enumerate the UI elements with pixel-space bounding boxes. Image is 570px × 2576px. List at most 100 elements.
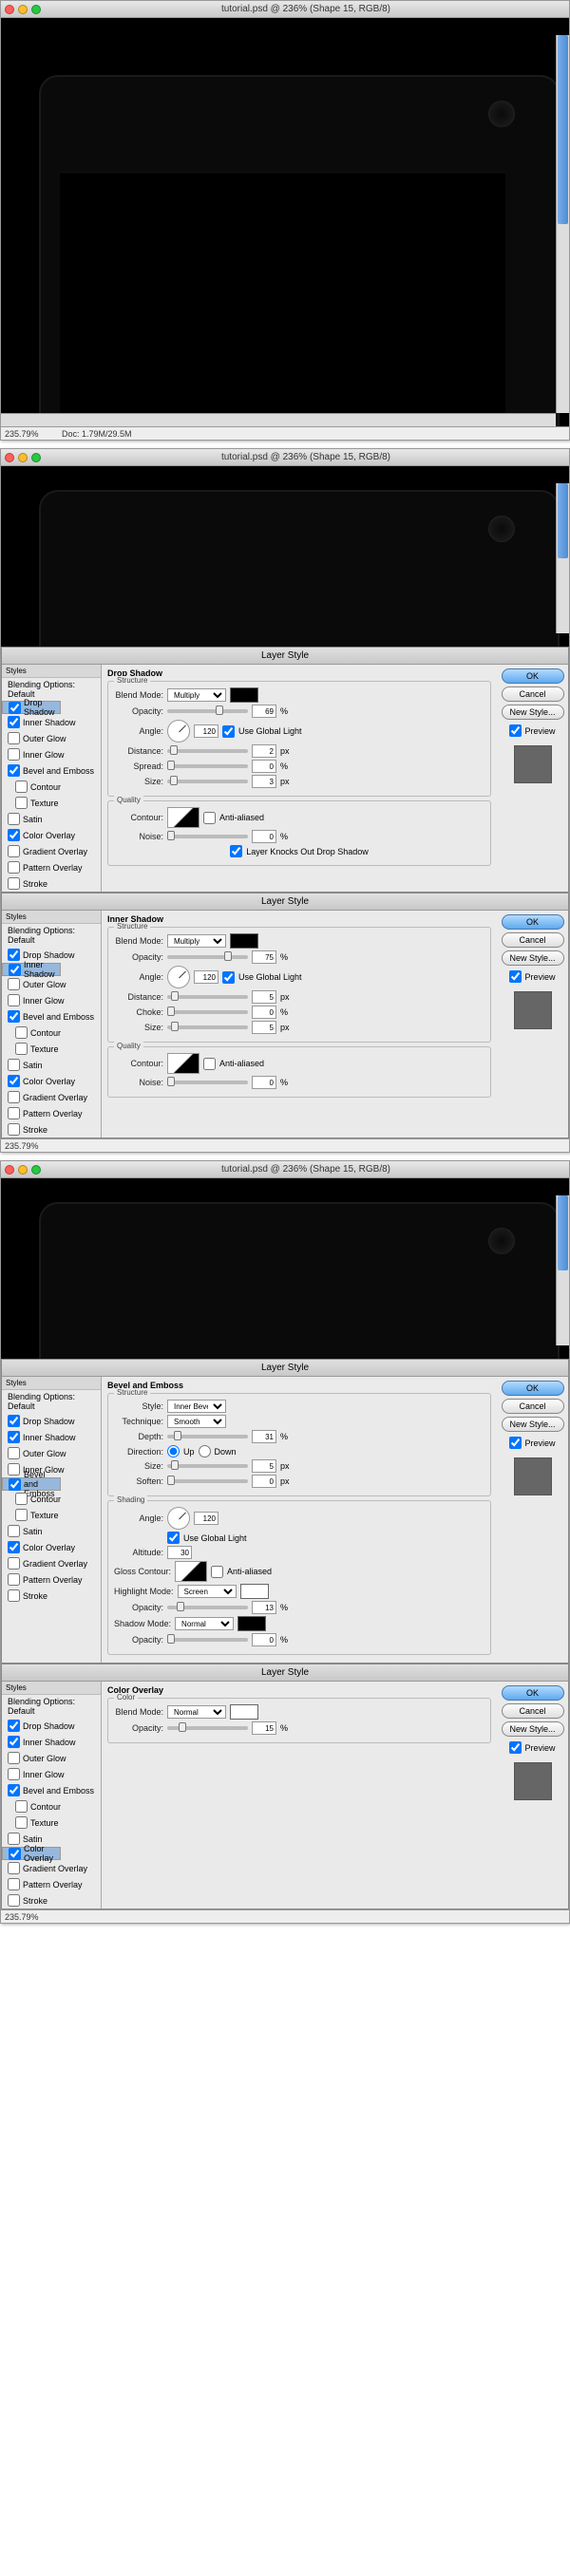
style-inner-shadow[interactable]: Inner Shadow [2,963,61,976]
style-texture[interactable]: Texture [2,1814,101,1831]
direction-up[interactable] [167,1445,180,1457]
outer-glow-checkbox[interactable] [8,732,20,744]
spread-input[interactable] [252,760,276,773]
opacity-slider[interactable] [167,1726,248,1730]
style-pattern-overlay[interactable]: Pattern Overlay [2,1876,101,1892]
distance-input[interactable] [252,990,276,1004]
minimize-icon[interactable] [18,453,28,462]
size-input[interactable] [252,1021,276,1034]
angle-dial[interactable] [167,966,190,988]
noise-input[interactable] [252,1076,276,1089]
style-stroke[interactable]: Stroke [2,1892,101,1908]
ok-button[interactable]: OK [502,1381,564,1396]
highlight-color[interactable] [240,1584,269,1599]
style-stroke[interactable]: Stroke [2,1121,101,1138]
choke-input[interactable] [252,1006,276,1019]
style-outer-glow[interactable]: Outer Glow [2,1445,101,1461]
inner-shadow-checkbox[interactable] [8,716,20,728]
cancel-button[interactable]: Cancel [502,686,564,702]
anti-alias-checkbox[interactable] [203,1058,216,1070]
size-input[interactable] [252,775,276,788]
style-drop-shadow[interactable]: Drop Shadow [2,701,61,714]
soften-slider[interactable] [167,1479,248,1483]
blending-options[interactable]: Blending Options: Default [2,1695,101,1718]
style-pattern-overlay[interactable]: Pattern Overlay [2,859,101,875]
style-pattern-overlay[interactable]: Pattern Overlay [2,1571,101,1588]
zoom-icon[interactable] [31,1165,41,1175]
preview-checkbox[interactable] [509,1741,522,1754]
style-outer-glow[interactable]: Outer Glow [2,1750,101,1766]
direction-down[interactable] [199,1445,211,1457]
style-contour[interactable]: Contour [2,1798,101,1814]
style-gradient-overlay[interactable]: Gradient Overlay [2,843,101,859]
minimize-icon[interactable] [18,1165,28,1175]
blending-options[interactable]: Blending Options: Default [2,924,101,947]
satin-checkbox[interactable] [8,813,20,825]
size-slider[interactable] [167,1025,248,1029]
shadow-opacity-slider[interactable] [167,1638,248,1642]
style-inner-shadow[interactable]: Inner Shadow [2,1429,101,1445]
pattern-overlay-checkbox[interactable] [8,861,20,874]
style-satin[interactable]: Satin [2,1523,101,1539]
style-inner-glow[interactable]: Inner Glow [2,1766,101,1782]
opacity-input[interactable] [252,705,276,718]
stroke-checkbox[interactable] [8,877,20,890]
style-inner-shadow[interactable]: Inner Shadow [2,714,101,730]
style-drop-shadow[interactable]: Drop Shadow [2,1413,101,1429]
style-bevel[interactable]: Bevel and Emboss [2,762,101,779]
shadow-color[interactable] [230,687,258,703]
style-texture[interactable]: Texture [2,1041,101,1057]
angle-input[interactable] [194,724,218,738]
preview-checkbox[interactable] [509,724,522,737]
style-texture[interactable]: Texture [2,795,101,811]
cancel-button[interactable]: Cancel [502,932,564,948]
texture-checkbox[interactable] [15,797,28,809]
canvas[interactable] [1,1178,569,1359]
size-input[interactable] [252,1459,276,1473]
depth-input[interactable] [252,1430,276,1443]
distance-input[interactable] [252,744,276,758]
new-style-button[interactable]: New Style... [502,950,564,966]
style-outer-glow[interactable]: Outer Glow [2,730,101,746]
contour-checkbox[interactable] [15,780,28,793]
altitude-input[interactable] [167,1546,192,1559]
highlight-opacity-input[interactable] [252,1601,276,1614]
style-satin[interactable]: Satin [2,811,101,827]
global-light-checkbox[interactable] [222,971,235,984]
style-bevel[interactable]: Bevel and Emboss [2,1477,61,1491]
style-gradient-overlay[interactable]: Gradient Overlay [2,1860,101,1876]
size-slider[interactable] [167,1464,248,1468]
zoom-level[interactable]: 235.79% [5,429,52,439]
style-contour[interactable]: Contour [2,1491,101,1507]
style-inner-glow[interactable]: Inner Glow [2,992,101,1008]
highlight-mode-select[interactable]: Screen [178,1585,237,1598]
shadow-color[interactable] [238,1616,266,1631]
color-overlay-checkbox[interactable] [8,829,20,841]
style-texture[interactable]: Texture [2,1507,101,1523]
shadow-mode-select[interactable]: Normal [175,1617,234,1630]
bevel-style-select[interactable]: Inner Bevel [167,1400,226,1413]
shadow-opacity-input[interactable] [252,1633,276,1646]
distance-slider[interactable] [167,995,248,999]
canvas[interactable] [1,466,569,647]
close-icon[interactable] [5,1165,14,1175]
new-style-button[interactable]: New Style... [502,1417,564,1432]
anti-alias-checkbox[interactable] [211,1566,223,1578]
style-inner-shadow[interactable]: Inner Shadow [2,1734,101,1750]
new-style-button[interactable]: New Style... [502,1721,564,1737]
soften-input[interactable] [252,1475,276,1488]
drop-shadow-checkbox[interactable] [9,702,21,714]
knockout-checkbox[interactable] [230,845,242,857]
ok-button[interactable]: OK [502,914,564,930]
style-color-overlay[interactable]: Color Overlay [2,1847,61,1860]
style-pattern-overlay[interactable]: Pattern Overlay [2,1105,101,1121]
technique-select[interactable]: Smooth [167,1415,226,1428]
zoom-icon[interactable] [31,5,41,14]
ok-button[interactable]: OK [502,1685,564,1701]
style-gradient-overlay[interactable]: Gradient Overlay [2,1089,101,1105]
noise-slider[interactable] [167,835,248,838]
style-color-overlay[interactable]: Color Overlay [2,1073,101,1089]
distance-slider[interactable] [167,749,248,753]
canvas[interactable] [1,18,569,426]
global-light-checkbox[interactable] [222,725,235,738]
